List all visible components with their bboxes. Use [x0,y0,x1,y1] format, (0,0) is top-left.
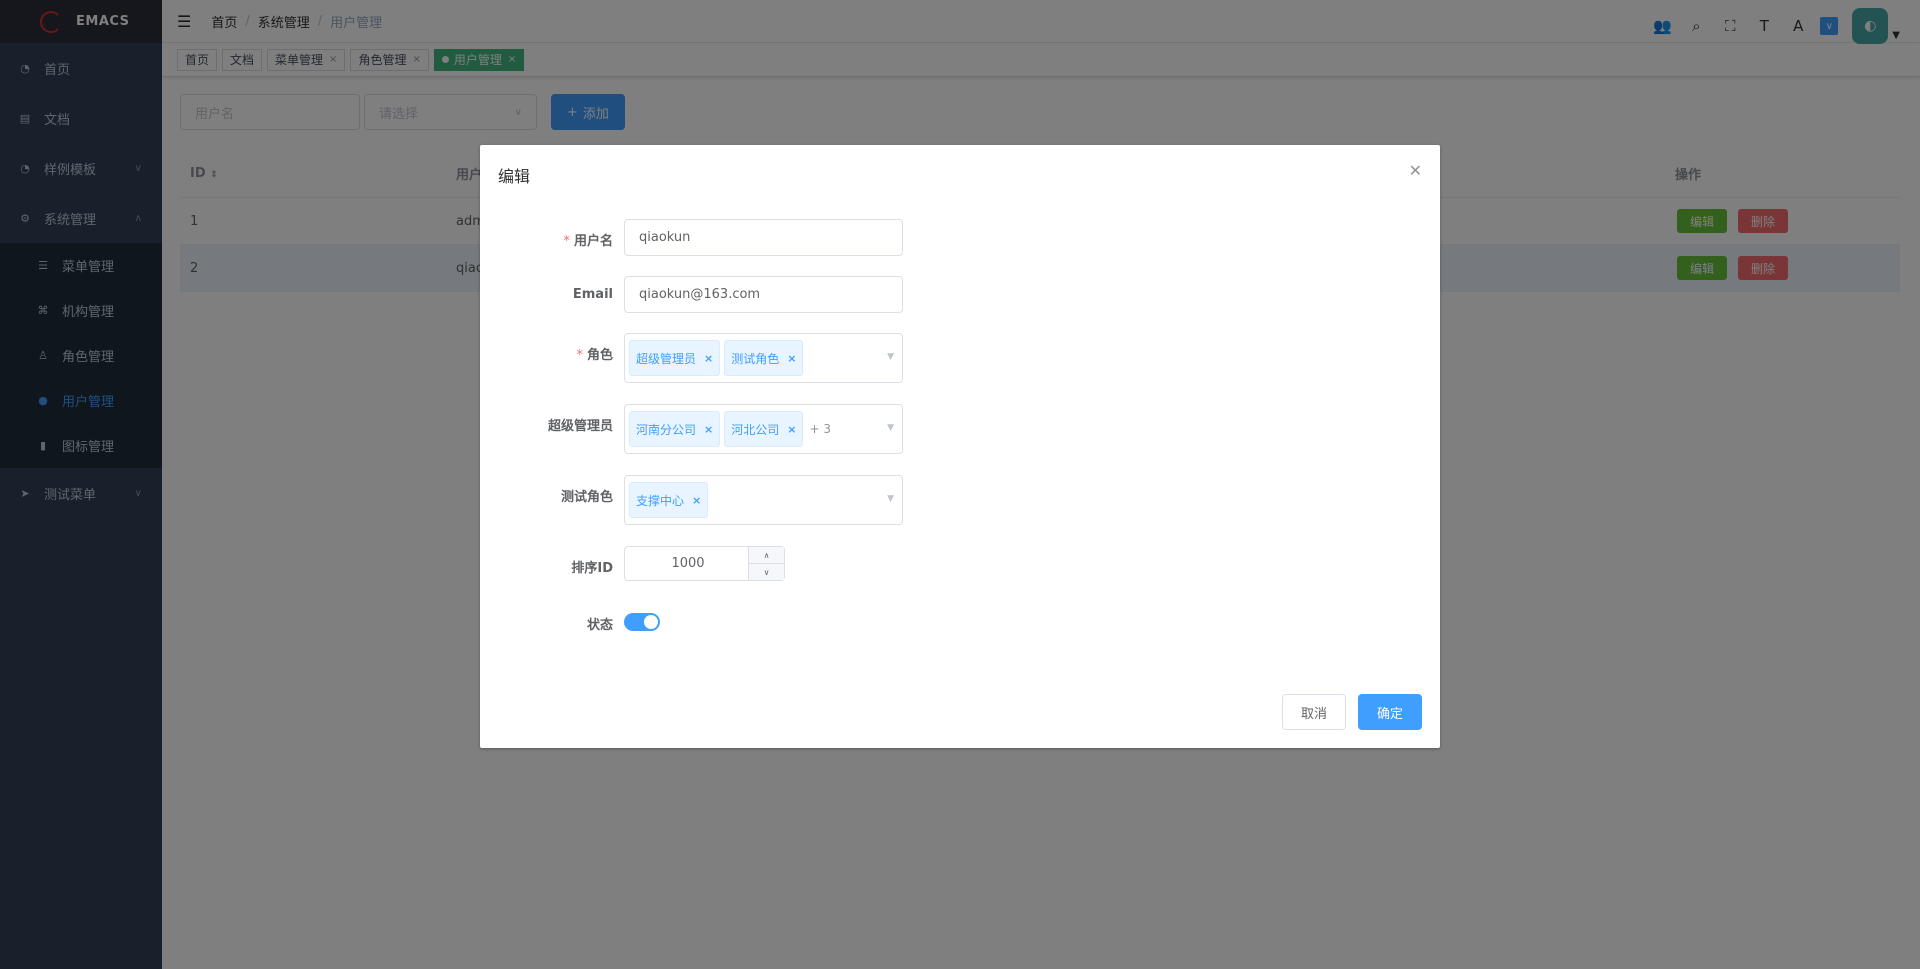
username-label: * 用户名 [563,230,613,249]
dialog-title: 编辑 [498,167,531,186]
role-label-text: 角色 [586,348,613,363]
chip-label: 河南分公司 [636,422,697,437]
chip-label: 测试角色 [731,351,780,366]
more-count: + 3 [809,422,831,436]
test-role-multiselect[interactable]: 支撑中心 × ▼ [624,475,903,525]
caret-down-icon: ▼ [887,352,894,362]
org-chip: 支撑中心 × [629,482,709,518]
close-icon[interactable]: ✕ [1409,161,1422,180]
role-chip: 测试角色 × [724,340,804,376]
cancel-button[interactable]: 取消 [1281,694,1346,730]
edit-user-dialog: 编辑 ✕ * 用户名 qiaokun Email qiaokun@163.com … [480,145,1440,748]
close-icon[interactable]: × [787,352,796,365]
username-field[interactable]: qiaokun [624,219,903,256]
role-chip: 超级管理员 × [629,340,721,376]
sort-id-stepper[interactable]: 1000 ∧ ∨ [624,546,785,581]
username-label-text: 用户名 [573,234,613,249]
close-icon[interactable]: × [704,352,713,365]
dialog-footer: 取消 确定 [1281,694,1422,730]
role-multiselect[interactable]: 超级管理员 × 测试角色 × ▼ [624,333,903,383]
close-icon[interactable]: × [704,423,713,436]
email-field[interactable]: qiaokun@163.com [624,276,903,313]
status-toggle[interactable] [624,613,660,631]
confirm-button[interactable]: 确定 [1357,694,1422,730]
chip-label: 超级管理员 [636,351,697,366]
status-label: 状态 [586,618,613,633]
super-admin-multiselect[interactable]: 河南分公司 × 河北公司 × + 3 ▼ [624,404,903,454]
role-label: * 角色 [576,344,613,363]
super-admin-label: 超级管理员 [547,419,613,434]
required-asterisk: * [576,348,583,363]
chip-label: 河北公司 [731,422,780,437]
chevron-up-icon[interactable]: ∧ [749,547,784,564]
chip-label: 支撑中心 [636,493,685,508]
chevron-down-icon[interactable]: ∨ [749,564,784,580]
sort-id-value[interactable]: 1000 [625,556,751,571]
caret-down-icon: ▼ [887,423,894,433]
stepper-controls: ∧ ∨ [748,547,784,580]
close-icon[interactable]: × [787,423,796,436]
org-chip: 河南分公司 × [629,411,721,447]
test-role-label: 测试角色 [560,490,613,505]
required-asterisk: * [563,234,570,249]
close-icon[interactable]: × [692,494,701,507]
toggle-knob [644,615,658,629]
caret-down-icon: ▼ [887,494,894,504]
email-label: Email [572,287,613,302]
sort-id-label: 排序ID [571,561,613,576]
org-chip: 河北公司 × [724,411,804,447]
